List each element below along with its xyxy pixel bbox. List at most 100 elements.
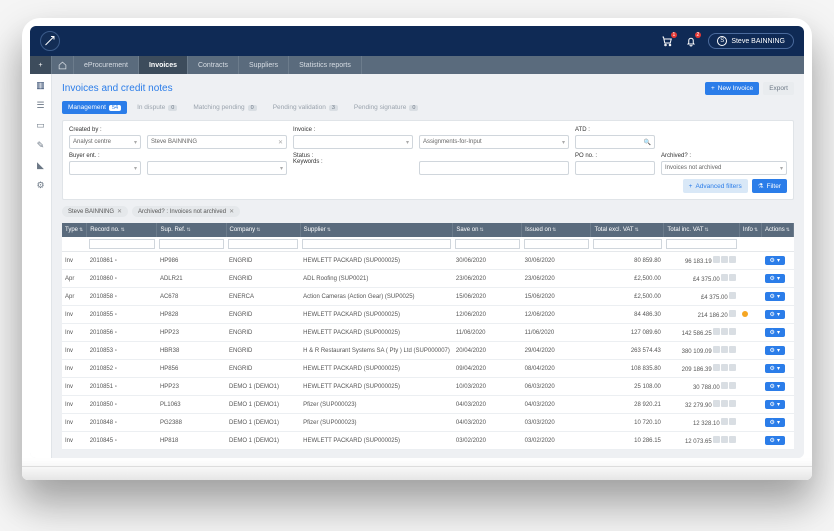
tab-pending-validation[interactable]: Pending validation3 (267, 101, 344, 114)
app-logo[interactable] (40, 31, 60, 51)
row-action-button[interactable]: ⚙▾ (765, 310, 785, 319)
search-icon: 🔍 (644, 139, 651, 146)
col-filter-sup-ref-[interactable] (159, 239, 224, 249)
advanced-filters-button[interactable]: +Advanced filters (683, 179, 748, 193)
new-invoice-button[interactable]: +New Invoice (705, 82, 759, 95)
col-filter-company[interactable] (228, 239, 298, 249)
nav-item-statistics-reports[interactable]: Statistics reports (289, 56, 362, 74)
col-sup-ref-[interactable]: Sup. Ref.⇅ (157, 223, 226, 237)
filter-label-createdby: Created by : (69, 127, 141, 133)
table-row: Inv2010852 ▫HP856ENGRIDHEWLETT PACKARD (… (62, 360, 794, 378)
row-action-button[interactable]: ⚙▾ (765, 382, 785, 391)
close-icon[interactable]: ✕ (229, 208, 234, 215)
filter-label-buyer: Buyer ent. : (69, 153, 141, 159)
gear-icon: ⚙ (770, 257, 775, 264)
nav-home[interactable] (52, 56, 74, 74)
nav-item-invoices[interactable]: Invoices (139, 56, 188, 74)
sidebar-icon-file[interactable]: ▭ (36, 120, 46, 130)
col-record-no-[interactable]: Record no.⇅ (87, 223, 157, 237)
col-info[interactable]: Info⇅ (739, 223, 761, 237)
table-row: Inv2010853 ▫HBR38ENGRIDH & R Restaurant … (62, 342, 794, 360)
row-action-button[interactable]: ⚙▾ (765, 256, 785, 265)
gear-icon: ⚙ (770, 437, 775, 444)
filter-atd[interactable]: 🔍 (575, 135, 655, 149)
filter-chip[interactable]: Steve BAINNING✕ (62, 206, 128, 217)
row-action-button[interactable]: ⚙▾ (765, 418, 785, 427)
laptop-base (22, 466, 812, 480)
table-row: Apr2010858 ▫AC678ENERCAAction Cameras (A… (62, 288, 794, 306)
filter-button[interactable]: ⚗Filter (752, 179, 787, 193)
row-action-button[interactable]: ⚙▾ (765, 274, 785, 283)
nav-item-contracts[interactable]: Contracts (188, 56, 239, 74)
col-type[interactable]: Type⇅ (62, 223, 87, 237)
gear-icon: ⚙ (770, 311, 775, 318)
table-row: Inv2010850 ▫PL1063DEMO 1 (DEMO1)Pfizer (… (62, 396, 794, 414)
sidebar-icon-gear[interactable]: ⚙ (36, 180, 46, 190)
filter-icon: ⚗ (758, 182, 764, 190)
sidebar-icon-list[interactable]: ☰ (36, 100, 46, 110)
filter-status[interactable]: Assignments-for-Input▾ (419, 135, 569, 149)
filter-invoice[interactable]: ▾ (293, 135, 413, 149)
export-button[interactable]: Export (763, 82, 794, 95)
active-filter-chips: Steve BAINNING✕ Archived? : Invoices not … (62, 206, 794, 217)
tab-matching-pending[interactable]: Matching pending0 (187, 101, 262, 114)
user-name: Steve BAINNING (731, 38, 785, 45)
filter-po[interactable] (575, 161, 655, 175)
row-action-button[interactable]: ⚙▾ (765, 436, 785, 445)
col-total-excl-vat[interactable]: Total excl. VAT⇅ (591, 223, 664, 237)
filter-keywords[interactable] (419, 161, 569, 175)
tab-pending-signature[interactable]: Pending signature0 (348, 101, 424, 114)
col-filter-total-inc-vat[interactable] (666, 239, 737, 249)
col-total-inc-vat[interactable]: Total inc. VAT⇅ (664, 223, 739, 237)
filter-archived[interactable]: Invoices not archived▾ (661, 161, 787, 175)
table-row: Inv2010856 ▫HPP23ENGRIDHEWLETT PACKARD (… (62, 324, 794, 342)
avatar: S (717, 36, 727, 46)
invoice-table: Type⇅Record no.⇅Sup. Ref.⇅Company⇅Suppli… (62, 223, 794, 450)
sidebar-icon-clipboard[interactable]: ▥ (36, 80, 46, 90)
tab-management[interactable]: Management54 (62, 101, 127, 114)
filter-buyer[interactable]: ▾ (69, 161, 141, 175)
gear-icon: ⚙ (770, 383, 775, 390)
col-filter-issued-on[interactable] (524, 239, 589, 249)
nav-item-suppliers[interactable]: Suppliers (239, 56, 289, 74)
filter-label-keywords: Keywords : (293, 159, 413, 165)
cart-icon[interactable]: 1 (660, 34, 674, 48)
gear-icon: ⚙ (770, 419, 775, 426)
tab-in-dispute[interactable]: In dispute0 (131, 101, 183, 114)
nav-item-eprocurement[interactable]: eProcurement (74, 56, 139, 74)
col-company[interactable]: Company⇅ (226, 223, 300, 237)
page-title: Invoices and credit notes (62, 83, 173, 94)
row-action-button[interactable]: ⚙▾ (765, 346, 785, 355)
main-nav: + eProcurementInvoicesContractsSuppliers… (30, 56, 804, 74)
gear-icon: ⚙ (770, 293, 775, 300)
col-actions[interactable]: Actions⇅ (762, 223, 794, 237)
filter-person[interactable]: Steve BAINNING✕ (147, 135, 287, 149)
user-menu[interactable]: S Steve BAINNING (708, 33, 794, 49)
filter-label-archived: Archived? : (661, 153, 787, 159)
sidebar-icon-bookmark[interactable]: ◣ (36, 160, 46, 170)
row-action-button[interactable]: ⚙▾ (765, 400, 785, 409)
col-filter-save-on[interactable] (455, 239, 520, 249)
filter-chip[interactable]: Archived? : Invoices not archived✕ (132, 206, 240, 217)
col-filter-record-no-[interactable] (89, 239, 155, 249)
bell-icon[interactable]: 2 (684, 34, 698, 48)
gear-icon: ⚙ (770, 275, 775, 282)
col-filter-total-excl-vat[interactable] (593, 239, 662, 249)
sidebar-icon-pencil[interactable]: ✎ (36, 140, 46, 150)
close-icon[interactable]: ✕ (117, 208, 122, 215)
filter-buyer-val[interactable]: ▾ (147, 161, 287, 175)
col-filter-supplier[interactable] (302, 239, 451, 249)
cart-badge: 1 (671, 32, 678, 38)
topbar: 1 2 S Steve BAINNING (30, 26, 804, 56)
col-save-on[interactable]: Save on⇅ (453, 223, 522, 237)
filter-createdby[interactable]: Analyst centre▾ (69, 135, 141, 149)
warning-dot-icon (742, 311, 748, 317)
nav-add-button[interactable]: + (30, 56, 52, 74)
col-issued-on[interactable]: Issued on⇅ (522, 223, 591, 237)
row-action-button[interactable]: ⚙▾ (765, 328, 785, 337)
col-supplier[interactable]: Supplier⇅ (300, 223, 453, 237)
filter-panel: Created by : Analyst centre▾ Steve BAINN… (62, 120, 794, 200)
row-action-button[interactable]: ⚙▾ (765, 292, 785, 301)
row-action-button[interactable]: ⚙▾ (765, 364, 785, 373)
gear-icon: ⚙ (770, 347, 775, 354)
